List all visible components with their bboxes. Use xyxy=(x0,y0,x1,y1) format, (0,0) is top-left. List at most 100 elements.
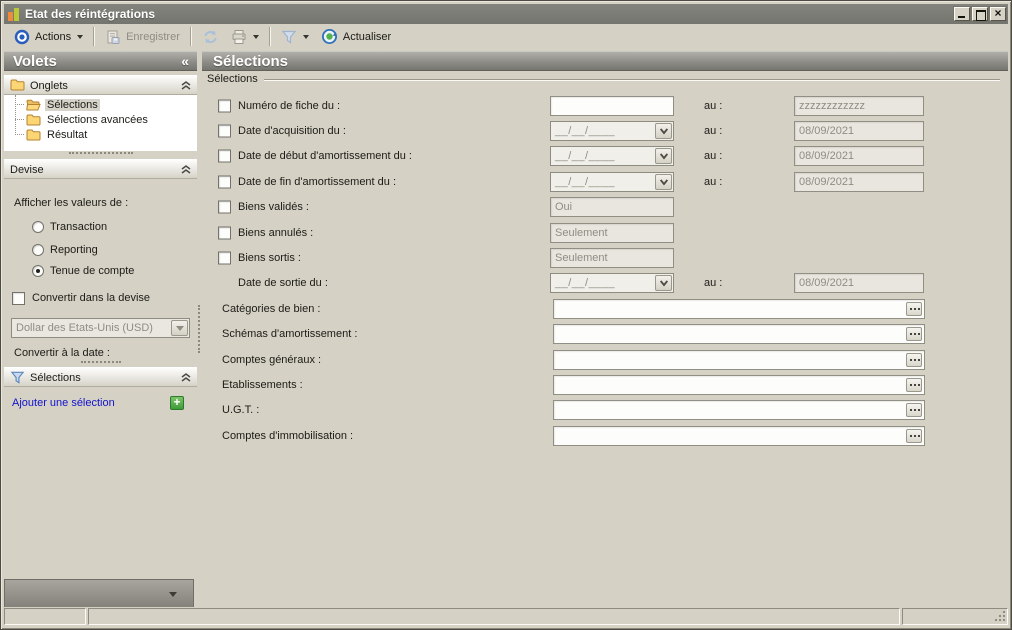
currency-dropdown-button xyxy=(171,320,188,336)
section-header-onglets[interactable]: Onglets xyxy=(4,75,197,95)
section-splitter[interactable] xyxy=(4,152,197,158)
convert-currency-label: Convertir dans la devise xyxy=(32,292,150,304)
sidebar-title: Volets xyxy=(13,53,57,70)
actions-button[interactable]: Actions xyxy=(8,27,89,47)
numero-fiche-from-input[interactable] xyxy=(550,96,674,116)
add-selection-link[interactable]: Ajouter une sélection xyxy=(12,397,115,409)
convert-currency-checkbox[interactable] xyxy=(12,292,25,305)
date-dropdown-button[interactable] xyxy=(655,148,672,164)
au-label: au : xyxy=(704,150,722,162)
ellipsis-lookup-button[interactable] xyxy=(906,327,922,341)
ellipsis-lookup-button[interactable] xyxy=(906,302,922,316)
collapsed-pane-bar[interactable] xyxy=(4,579,194,608)
print-button[interactable] xyxy=(225,27,265,47)
tree-item-selections[interactable]: Sélections xyxy=(4,97,197,112)
tree-item-selections-avancees[interactable]: Sélections avancées xyxy=(4,112,197,127)
date-mask: __/__/____ xyxy=(555,176,615,188)
save-label: Enregistrer xyxy=(126,30,180,43)
schemas-amortissement-input[interactable] xyxy=(553,324,925,344)
close-button[interactable] xyxy=(990,7,1006,21)
sidebar-header: Volets « xyxy=(4,51,197,71)
biens-annules-checkbox[interactable] xyxy=(218,226,231,239)
date-mask: __/__/____ xyxy=(555,277,615,289)
ellipsis-lookup-button[interactable] xyxy=(906,429,922,443)
display-values-label: Afficher les valeurs de : xyxy=(14,197,128,209)
resize-grip[interactable] xyxy=(1003,619,1005,621)
sync-button[interactable] xyxy=(196,27,225,47)
date-debut-checkbox[interactable] xyxy=(218,150,231,163)
sidebar: Volets « Onglets Sélections Sélectio xyxy=(4,49,197,607)
chevron-up-double-icon[interactable] xyxy=(181,165,191,174)
filter-funnel-icon xyxy=(281,29,297,45)
selection-form: Numéro de fiche du : au : Date d'acquisi… xyxy=(202,93,1008,448)
field-label: Numéro de fiche du : xyxy=(238,100,340,112)
field-label: Date de début d'amortissement du : xyxy=(238,150,412,162)
ellipsis-lookup-button[interactable] xyxy=(906,378,922,392)
chevron-up-double-icon[interactable] xyxy=(181,373,191,382)
field-label: Etablissements : xyxy=(222,379,303,391)
radio-reporting[interactable]: Reporting xyxy=(32,243,98,257)
comptes-immobilisation-input[interactable] xyxy=(553,426,925,446)
convert-currency-checkbox-row[interactable]: Convertir dans la devise xyxy=(12,291,150,305)
radio-transaction[interactable]: Transaction xyxy=(32,220,107,234)
maximize-button[interactable] xyxy=(972,7,988,21)
date-dropdown-button[interactable] xyxy=(655,123,672,139)
date-dropdown-button[interactable] xyxy=(655,174,672,190)
section-header-devise[interactable]: Devise xyxy=(4,159,197,179)
field-label: Comptes d'immobilisation : xyxy=(222,430,353,442)
chevron-up-double-icon[interactable] xyxy=(181,81,191,90)
row-date-fin-amortissement: Date de fin d'amortissement du : __/__/_… xyxy=(202,169,1008,194)
date-sortie-to-field xyxy=(794,273,924,293)
radio-button[interactable] xyxy=(32,221,44,233)
minimize-button[interactable] xyxy=(954,7,970,21)
actions-target-icon xyxy=(14,29,30,45)
row-schemas-amortissement: Schémas d'amortissement : xyxy=(202,322,1008,347)
row-comptes-generaux: Comptes généraux : xyxy=(202,347,1008,372)
field-label: U.G.T. : xyxy=(222,404,259,416)
date-sortie-from-combo[interactable]: __/__/____ xyxy=(550,273,674,293)
au-label: au : xyxy=(704,125,722,137)
categories-bien-input[interactable] xyxy=(553,299,925,319)
field-label: Biens sortis : xyxy=(238,252,301,264)
biens-valides-checkbox[interactable] xyxy=(218,201,231,214)
app-window: Etat des réintégrations Actions Enregist… xyxy=(0,0,1012,630)
section-title-onglets: Onglets xyxy=(30,79,176,92)
group-divider xyxy=(264,79,1000,81)
title-bar: Etat des réintégrations xyxy=(4,4,1008,24)
biens-sortis-field xyxy=(550,248,674,268)
ellipsis-lookup-button[interactable] xyxy=(906,353,922,367)
collapse-sidebar-icon[interactable]: « xyxy=(181,52,189,71)
radio-button-selected[interactable] xyxy=(32,265,44,277)
date-dropdown-button[interactable] xyxy=(655,275,672,291)
ellipsis-lookup-button[interactable] xyxy=(906,403,922,417)
biens-valides-field xyxy=(550,197,674,217)
group-label: Sélections xyxy=(207,73,258,85)
radio-button[interactable] xyxy=(32,244,44,256)
status-cell xyxy=(88,608,900,625)
date-acquisition-checkbox[interactable] xyxy=(218,125,231,138)
date-fin-from-combo[interactable]: __/__/____ xyxy=(550,172,674,192)
filter-button[interactable] xyxy=(275,27,315,47)
date-fin-checkbox[interactable] xyxy=(218,175,231,188)
add-selection-plus-button[interactable]: + xyxy=(170,396,184,410)
date-acquisition-from-combo[interactable]: __/__/____ xyxy=(550,121,674,141)
numero-fiche-checkbox[interactable] xyxy=(218,99,231,112)
radio-label: Tenue de compte xyxy=(50,265,134,277)
onglets-tree: Sélections Sélections avancées Résultat xyxy=(4,95,197,151)
save-button[interactable]: Enregistrer xyxy=(99,27,186,47)
row-date-acquisition: Date d'acquisition du : __/__/____ au : xyxy=(202,118,1008,143)
ugt-input[interactable] xyxy=(553,400,925,420)
date-mask: __/__/____ xyxy=(555,150,615,162)
etablissements-input[interactable] xyxy=(553,375,925,395)
comptes-generaux-input[interactable] xyxy=(553,350,925,370)
radio-tenue-de-compte[interactable]: Tenue de compte xyxy=(32,264,134,278)
date-debut-from-combo[interactable]: __/__/____ xyxy=(550,146,674,166)
refresh-button[interactable]: Actualiser xyxy=(315,26,397,47)
date-acquisition-to-field xyxy=(794,121,924,141)
biens-sortis-checkbox[interactable] xyxy=(218,252,231,265)
main-header: Sélections xyxy=(202,51,1008,71)
tree-item-resultat[interactable]: Résultat xyxy=(4,127,197,142)
chevron-down-icon xyxy=(169,592,177,597)
section-header-selections[interactable]: Sélections xyxy=(4,367,197,387)
date-debut-to-field xyxy=(794,146,924,166)
